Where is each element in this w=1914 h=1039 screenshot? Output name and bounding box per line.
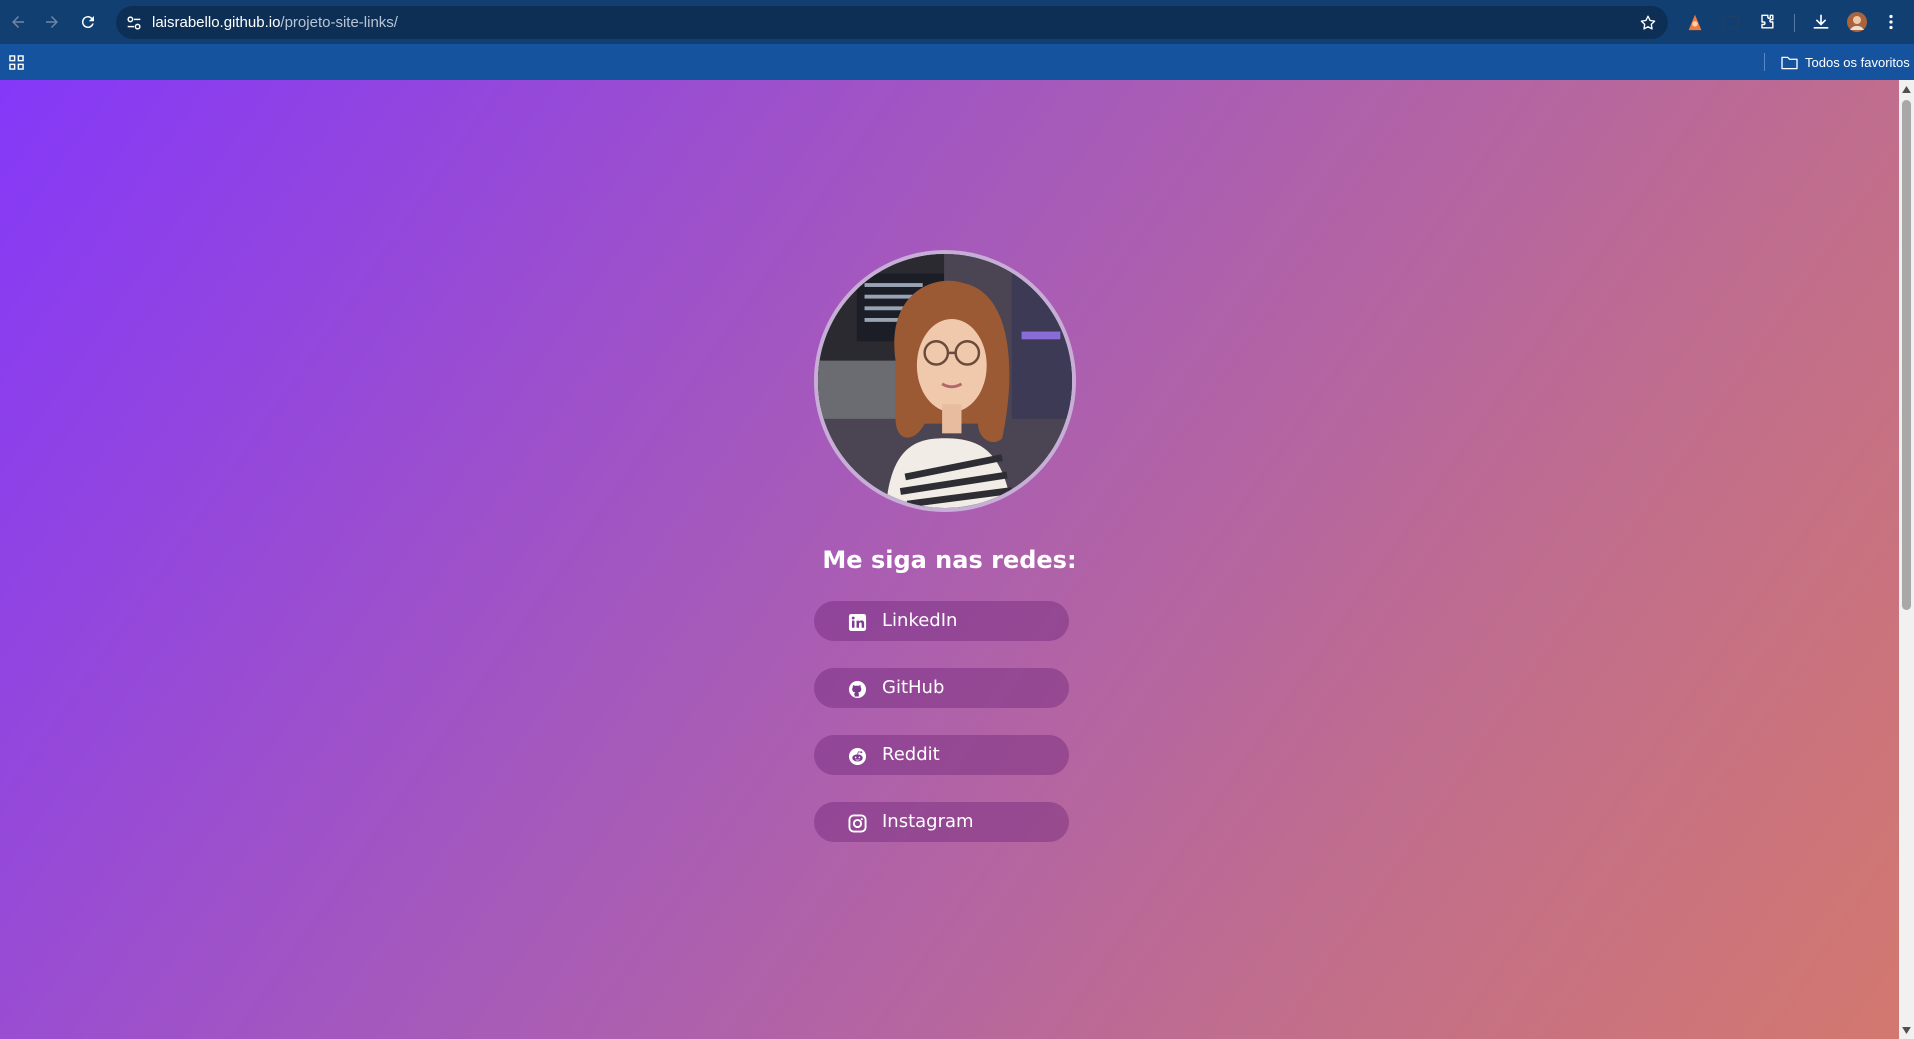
github-link-label: GitHub (882, 677, 945, 698)
linkedin-link-label: LinkedIn (882, 610, 958, 631)
scrollbar-thumb[interactable] (1902, 100, 1911, 610)
url-host: laisrabello.github.io (152, 14, 281, 31)
page-heading: Me siga nas redes: (822, 546, 1077, 574)
bookmarks-divider (1764, 53, 1765, 71)
scroll-up-arrow-icon[interactable] (1902, 84, 1911, 94)
page-scrollbar[interactable] (1899, 80, 1914, 1039)
toolbar-divider (1794, 14, 1795, 32)
profile-avatar[interactable] (1846, 11, 1868, 33)
linkedin-link-button[interactable]: LinkedIn (814, 601, 1069, 641)
profile-photo-image (818, 254, 1072, 508)
all-bookmarks-folder[interactable]: Todos os favoritos (1781, 52, 1910, 72)
bookmarks-bar: Todos os favoritos (0, 44, 1914, 80)
reddit-link-label: Reddit (882, 744, 940, 765)
address-bar[interactable]: laisrabello.github.io/projeto-site-links… (116, 6, 1668, 39)
instagram-icon (847, 813, 867, 833)
cast-icon[interactable] (1720, 11, 1742, 33)
extensions-puzzle-icon[interactable] (1756, 11, 1778, 33)
github-link-button[interactable]: GitHub (814, 668, 1069, 708)
download-icon[interactable] (1810, 11, 1832, 33)
folder-icon (1781, 56, 1798, 69)
all-bookmarks-label: Todos os favoritos (1805, 54, 1910, 70)
github-icon (847, 679, 867, 699)
apps-grid-icon[interactable] (6, 52, 26, 72)
instagram-link-button[interactable]: Instagram (814, 802, 1069, 842)
profile-photo (814, 250, 1076, 512)
forward-arrow-icon (46, 16, 58, 28)
scroll-down-arrow-icon[interactable] (1902, 1025, 1911, 1035)
browser-toolbar: laisrabello.github.io/projeto-site-links… (0, 0, 1914, 44)
reload-icon (81, 16, 94, 29)
extension-fox-icon[interactable] (1684, 11, 1706, 33)
browser-menu-icon[interactable] (1880, 11, 1902, 33)
site-settings-icon[interactable] (124, 13, 144, 33)
reload-button[interactable] (74, 8, 102, 36)
reddit-link-button[interactable]: Reddit (814, 735, 1069, 775)
linkedin-icon (847, 612, 867, 632)
url-text: laisrabello.github.io/projeto-site-links… (152, 14, 398, 31)
bookmark-star-icon[interactable] (1638, 13, 1658, 33)
back-arrow-icon (12, 16, 24, 28)
reddit-icon (847, 746, 867, 766)
page-viewport: Me siga nas redes: LinkedIn GitHub Reddi… (0, 80, 1899, 1039)
instagram-link-label: Instagram (882, 811, 974, 832)
forward-button[interactable] (38, 8, 66, 36)
back-button[interactable] (4, 8, 32, 36)
url-path: /projeto-site-links/ (280, 14, 398, 31)
browser-window: laisrabello.github.io/projeto-site-links… (0, 0, 1914, 1039)
